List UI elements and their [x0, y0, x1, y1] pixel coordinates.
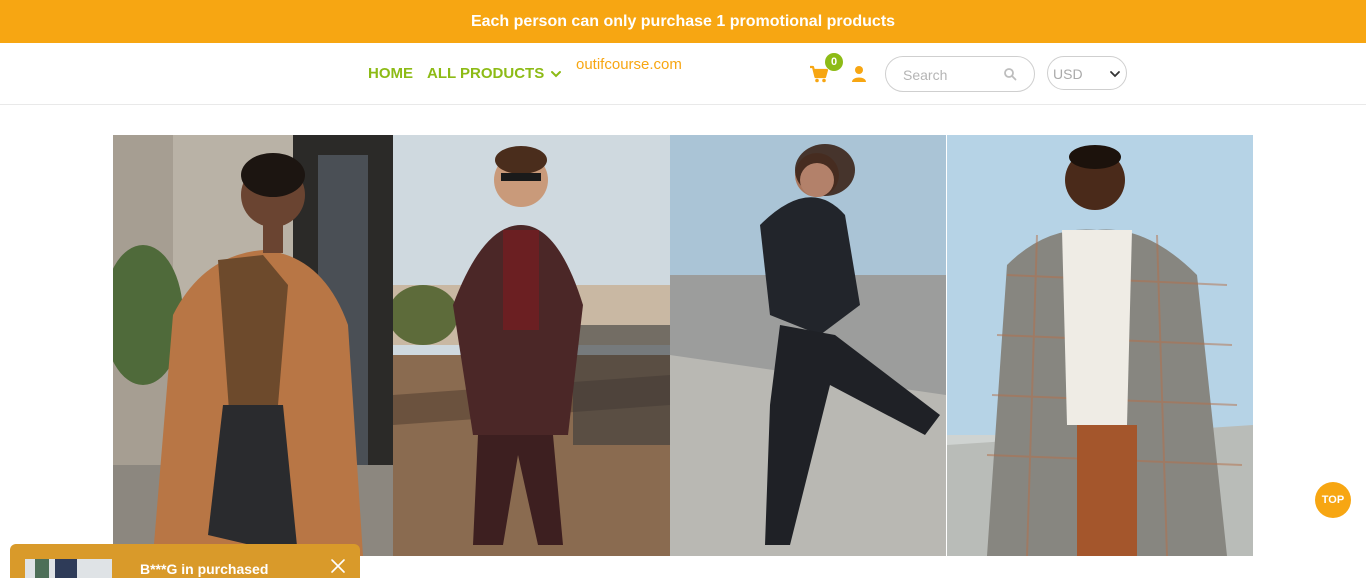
banner-image-woman-black-jumpsuit — [670, 135, 946, 556]
scroll-to-top-button[interactable]: TOP — [1315, 482, 1351, 518]
chevron-down-icon[interactable] — [549, 67, 563, 81]
currency-selected-value: USD — [1053, 66, 1083, 82]
close-icon[interactable] — [330, 558, 346, 574]
purchase-notification[interactable]: B***G in purchased — [10, 544, 360, 578]
chevron-down-icon — [1110, 71, 1120, 78]
purchase-notification-text: B***G in purchased — [140, 561, 269, 577]
hero-banner[interactable] — [113, 135, 1253, 556]
site-logo-text[interactable]: outifcourse.com — [576, 56, 682, 73]
promo-text: Each person can only purchase 1 promotio… — [470, 12, 896, 30]
search-input[interactable] — [903, 66, 1003, 84]
banner-image-man-burgundy-suit — [393, 135, 670, 556]
banner-image-man-plaid-coat — [947, 135, 1253, 556]
currency-select[interactable]: USD — [1047, 56, 1127, 90]
search-icon[interactable] — [1003, 67, 1017, 81]
cart-count-badge: 0 — [825, 53, 843, 71]
nav-home-link[interactable]: HOME — [368, 65, 413, 82]
purchase-product-thumbnail[interactable] — [25, 559, 112, 578]
banner-image-woman-camel-blazer — [113, 135, 393, 556]
site-header: HOME ALL PRODUCTS outifcourse.com 0 USD — [0, 43, 1366, 105]
search-box[interactable] — [885, 56, 1035, 92]
nav-all-products-link[interactable]: ALL PRODUCTS — [427, 65, 544, 82]
user-icon[interactable] — [851, 65, 867, 83]
cart-icon[interactable] — [809, 65, 829, 83]
promo-banner: Each person can only purchase 1 promotio… — [0, 0, 1366, 43]
